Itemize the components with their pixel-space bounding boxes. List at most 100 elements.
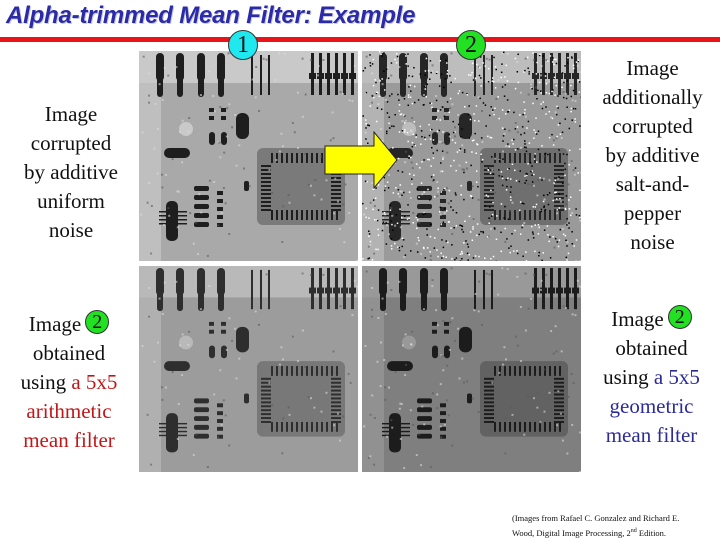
board-mark bbox=[165, 386, 168, 389]
board-mark bbox=[516, 252, 519, 255]
board-mark bbox=[431, 392, 434, 395]
board-mark bbox=[405, 63, 407, 65]
board-mark bbox=[538, 254, 540, 257]
board-mark bbox=[463, 171, 465, 174]
board-mark bbox=[502, 140, 504, 142]
board-mark bbox=[356, 259, 358, 261]
board-mark bbox=[369, 65, 372, 67]
board-mark bbox=[188, 117, 191, 120]
board-mark bbox=[159, 430, 187, 433]
board-mark bbox=[158, 83, 161, 86]
board-mark bbox=[475, 105, 478, 107]
board-mark bbox=[275, 158, 278, 161]
board-mark bbox=[436, 249, 438, 251]
board-mark bbox=[491, 77, 494, 79]
board-mark bbox=[533, 129, 535, 131]
board-mark bbox=[163, 281, 166, 284]
board-mark bbox=[567, 183, 570, 186]
board-mark bbox=[476, 170, 478, 172]
board-mark bbox=[288, 413, 291, 416]
board-mark bbox=[371, 394, 374, 397]
board-mark bbox=[432, 157, 435, 159]
board-mark bbox=[565, 97, 568, 100]
board-mark bbox=[398, 66, 401, 69]
board-mark bbox=[492, 109, 494, 111]
board-mark bbox=[424, 257, 427, 259]
board-mark bbox=[566, 259, 568, 261]
board-mark bbox=[301, 366, 303, 376]
board-mark bbox=[380, 53, 382, 56]
board-mark bbox=[575, 214, 578, 216]
board-mark bbox=[374, 79, 376, 81]
board-mark bbox=[579, 148, 581, 150]
board-mark bbox=[540, 210, 542, 213]
board-mark bbox=[485, 194, 488, 196]
board-mark bbox=[439, 170, 442, 173]
board-mark bbox=[461, 91, 464, 94]
board-mark bbox=[525, 150, 528, 153]
board-mark bbox=[562, 182, 564, 185]
board-mark bbox=[552, 235, 554, 238]
board-mark bbox=[217, 191, 223, 195]
board-mark bbox=[457, 327, 460, 330]
board-mark bbox=[402, 239, 405, 241]
board-mark bbox=[342, 203, 345, 206]
board-mark bbox=[563, 81, 565, 84]
board-mark bbox=[326, 366, 328, 376]
board-mark bbox=[388, 386, 391, 389]
board-mark bbox=[484, 165, 494, 167]
board-mark bbox=[552, 61, 554, 63]
board-mark bbox=[198, 75, 204, 97]
board-mark bbox=[280, 346, 283, 349]
board-mark bbox=[448, 111, 450, 114]
board-mark bbox=[368, 124, 371, 127]
board-mark bbox=[398, 407, 401, 410]
board-mark bbox=[519, 366, 521, 376]
label-line: by additive bbox=[24, 160, 118, 184]
board-mark bbox=[321, 421, 323, 432]
board-mark bbox=[410, 250, 412, 252]
board-mark bbox=[510, 186, 512, 188]
board-mark bbox=[278, 150, 281, 153]
board-mark bbox=[187, 343, 190, 346]
board-mark bbox=[442, 369, 445, 372]
board-mark bbox=[331, 401, 341, 404]
board-mark bbox=[472, 228, 474, 230]
board-mark bbox=[376, 91, 378, 94]
board-mark bbox=[309, 59, 312, 62]
board-mark bbox=[574, 118, 576, 120]
board-mark bbox=[408, 191, 411, 193]
board-mark bbox=[554, 413, 564, 416]
label-geometric-mean: Image 2 obtained using a 5x5 geometric me… bbox=[583, 305, 720, 450]
board-mark bbox=[564, 287, 571, 294]
board-mark bbox=[465, 240, 467, 242]
board-mark bbox=[540, 103, 542, 105]
board-mark bbox=[464, 220, 466, 223]
board-mark bbox=[268, 168, 271, 171]
board-mark bbox=[297, 146, 300, 149]
board-mark bbox=[549, 366, 551, 376]
board-mark bbox=[537, 89, 539, 92]
board-mark bbox=[415, 454, 418, 457]
board-mark bbox=[351, 314, 354, 317]
board-mark bbox=[529, 210, 531, 220]
board-mark bbox=[209, 321, 214, 326]
board-mark bbox=[436, 194, 439, 197]
board-mark bbox=[398, 249, 401, 252]
board-mark bbox=[525, 179, 528, 182]
board-mark bbox=[484, 185, 494, 187]
board-mark bbox=[542, 252, 545, 254]
board-mark bbox=[461, 250, 463, 253]
board-mark bbox=[276, 153, 278, 163]
board-mark bbox=[412, 212, 415, 215]
board-mark bbox=[578, 214, 581, 217]
board-mark bbox=[372, 58, 375, 61]
board-mark bbox=[573, 245, 576, 247]
board-mark bbox=[567, 56, 569, 59]
board-mark bbox=[466, 93, 468, 96]
board-mark bbox=[421, 161, 423, 163]
board-mark bbox=[473, 113, 475, 115]
board-mark bbox=[362, 202, 364, 205]
board-mark bbox=[441, 106, 444, 108]
board-mark bbox=[296, 91, 299, 94]
